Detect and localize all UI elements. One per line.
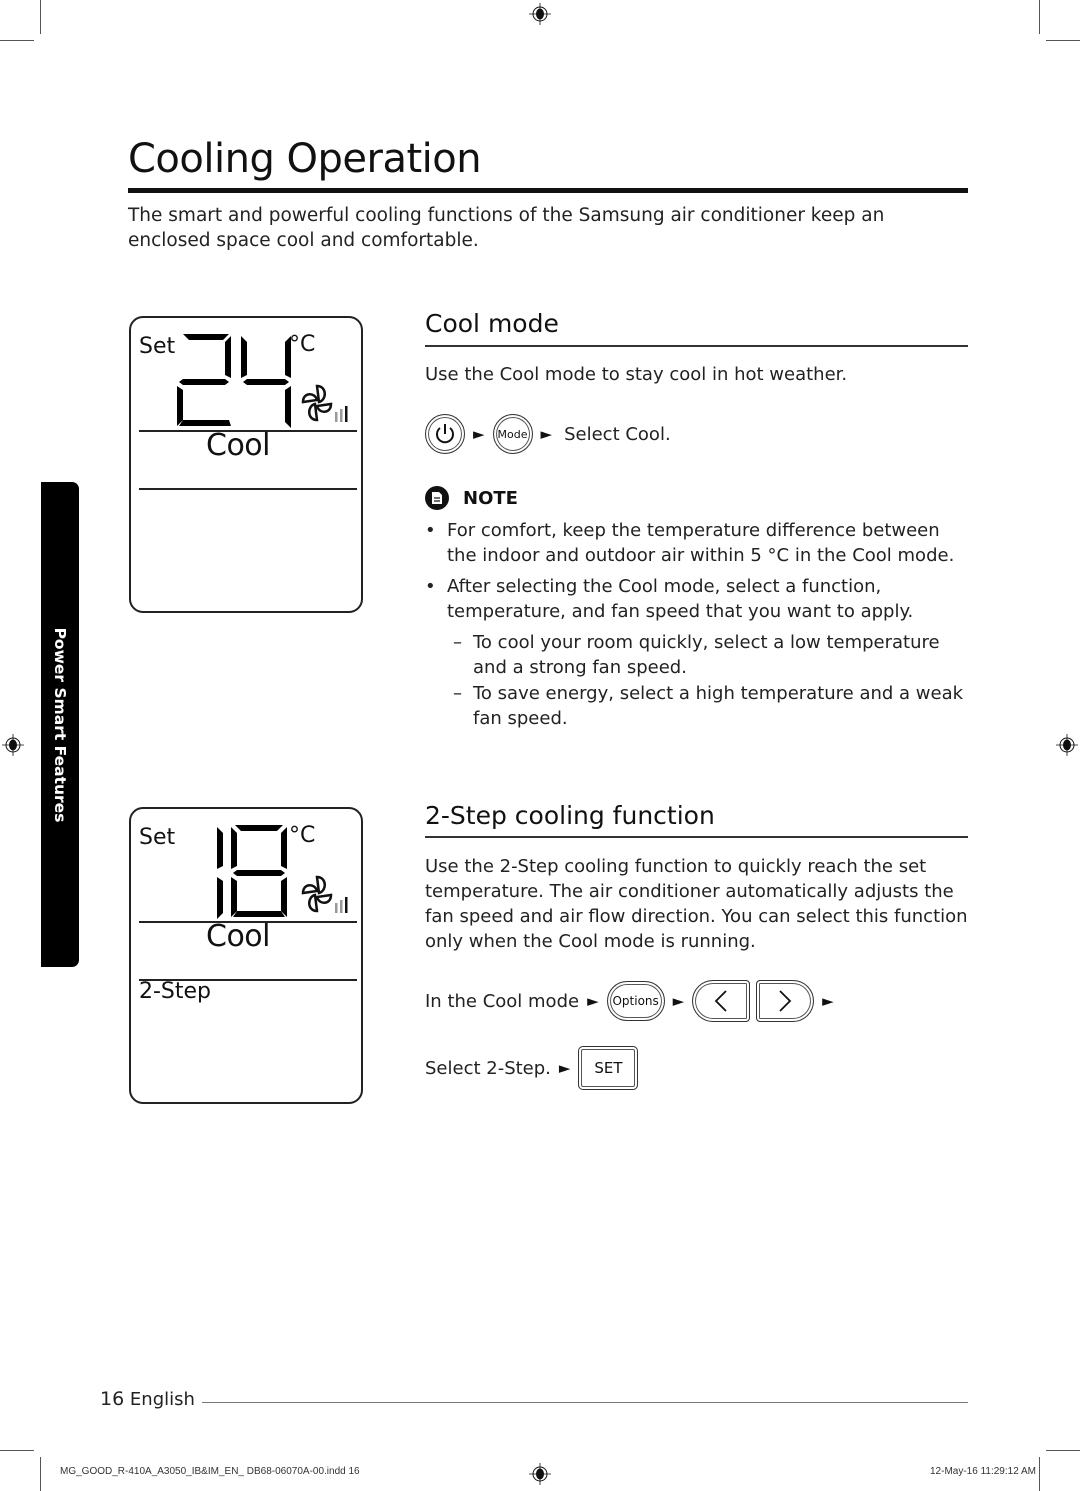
section-rule (425, 345, 968, 347)
crop-mark (40, 1457, 41, 1491)
display-set-label: Set (139, 334, 176, 359)
intro-paragraph: The smart and powerful cooling functions… (128, 205, 885, 251)
display-mode: Cool (206, 428, 271, 463)
registration-mark-icon (1056, 734, 1078, 756)
right-button[interactable] (756, 980, 815, 1022)
note-subitem: – To cool your room quickly, select a lo… (453, 632, 940, 678)
two-step-description: Use the 2-Step cooling function to quick… (425, 856, 968, 952)
step-arrow: ► (540, 425, 553, 443)
display-unit: °C (289, 823, 316, 848)
crop-mark (0, 40, 34, 41)
page-title: Cooling Operation (128, 136, 482, 182)
chevron-left-icon (714, 990, 727, 1012)
power-icon (436, 424, 454, 444)
step-arrow: ► (558, 1059, 571, 1077)
two-step-heading: 2-Step cooling function (425, 801, 715, 830)
step-prefix: Select 2-Step. (425, 1057, 551, 1079)
display-temperature-digits (217, 825, 287, 919)
footer-rule (202, 1402, 968, 1403)
two-step-steps-line2: Select 2-Step. ► SET (425, 1046, 639, 1090)
crop-mark (1046, 1450, 1080, 1451)
section-side-tab: Power Smart Features (41, 482, 79, 967)
step-prefix: In the Cool mode (425, 990, 580, 1012)
step-arrow: ► (672, 992, 685, 1010)
power-button[interactable] (425, 414, 465, 454)
page-number: 16 (100, 1388, 125, 1410)
note-header: NOTE (425, 486, 518, 510)
display-set-label: Set (139, 825, 176, 850)
options-button[interactable]: Options (606, 981, 665, 1021)
crop-mark (1046, 40, 1080, 41)
registration-mark-icon (529, 3, 551, 25)
slug-right: 12-May-16 11:29:12 AM (930, 1466, 1036, 1477)
crop-mark (40, 0, 41, 34)
display-divider (139, 488, 357, 490)
note-subitem: – To save energy, select a high temperat… (453, 683, 964, 729)
note-label: NOTE (463, 487, 518, 509)
note-list: • For comfort, keep the temperature diff… (425, 518, 970, 737)
cool-mode-heading: Cool mode (425, 309, 559, 338)
footer-language: English (129, 1389, 195, 1410)
display-temperature-digits (177, 334, 291, 428)
display-unit: °C (289, 332, 316, 357)
note-item: • For comfort, keep the temperature diff… (425, 520, 955, 566)
note-icon (425, 486, 449, 510)
page-footer: 16 English (100, 1388, 195, 1410)
step-arrow: ► (473, 425, 485, 443)
note-item: • After selecting the Cool mode, select … (425, 574, 970, 731)
mode-button[interactable]: Mode (492, 414, 533, 454)
side-tab-label: Power Smart Features (51, 627, 69, 822)
left-button[interactable] (692, 980, 751, 1022)
set-button[interactable]: SET (578, 1046, 639, 1090)
fan-icon (301, 384, 348, 422)
crop-mark (1039, 1457, 1040, 1491)
display-mode: Cool (206, 919, 271, 954)
display-extra: 2-Step (139, 979, 212, 1004)
remote-display-2step: Set °C Cool 2-Step (129, 807, 363, 1104)
crop-mark (1039, 0, 1040, 34)
step-arrow: ► (587, 992, 599, 1010)
step-result: Select Cool. (564, 423, 671, 445)
fan-icon (301, 875, 348, 913)
remote-display-cool: Set °C Cool (129, 316, 363, 613)
crop-mark (0, 1450, 34, 1451)
chevron-right-icon (779, 990, 792, 1012)
two-step-steps-line1: In the Cool mode ► Options ► ► (425, 980, 842, 1022)
registration-mark-icon (2, 734, 24, 756)
cool-mode-description: Use the Cool mode to stay cool in hot we… (425, 364, 848, 385)
note-sublist: – To cool your room quickly, select a lo… (447, 630, 970, 731)
step-arrow: ► (822, 992, 834, 1010)
cool-mode-steps: ► Mode ► Select Cool. (425, 414, 671, 454)
registration-mark-icon (529, 1463, 551, 1485)
title-rule (128, 188, 968, 193)
slug-left: MG_GOOD_R-410A_A3050_IB&IM_EN_ DB68-0607… (60, 1466, 360, 1477)
section-rule (425, 836, 968, 838)
